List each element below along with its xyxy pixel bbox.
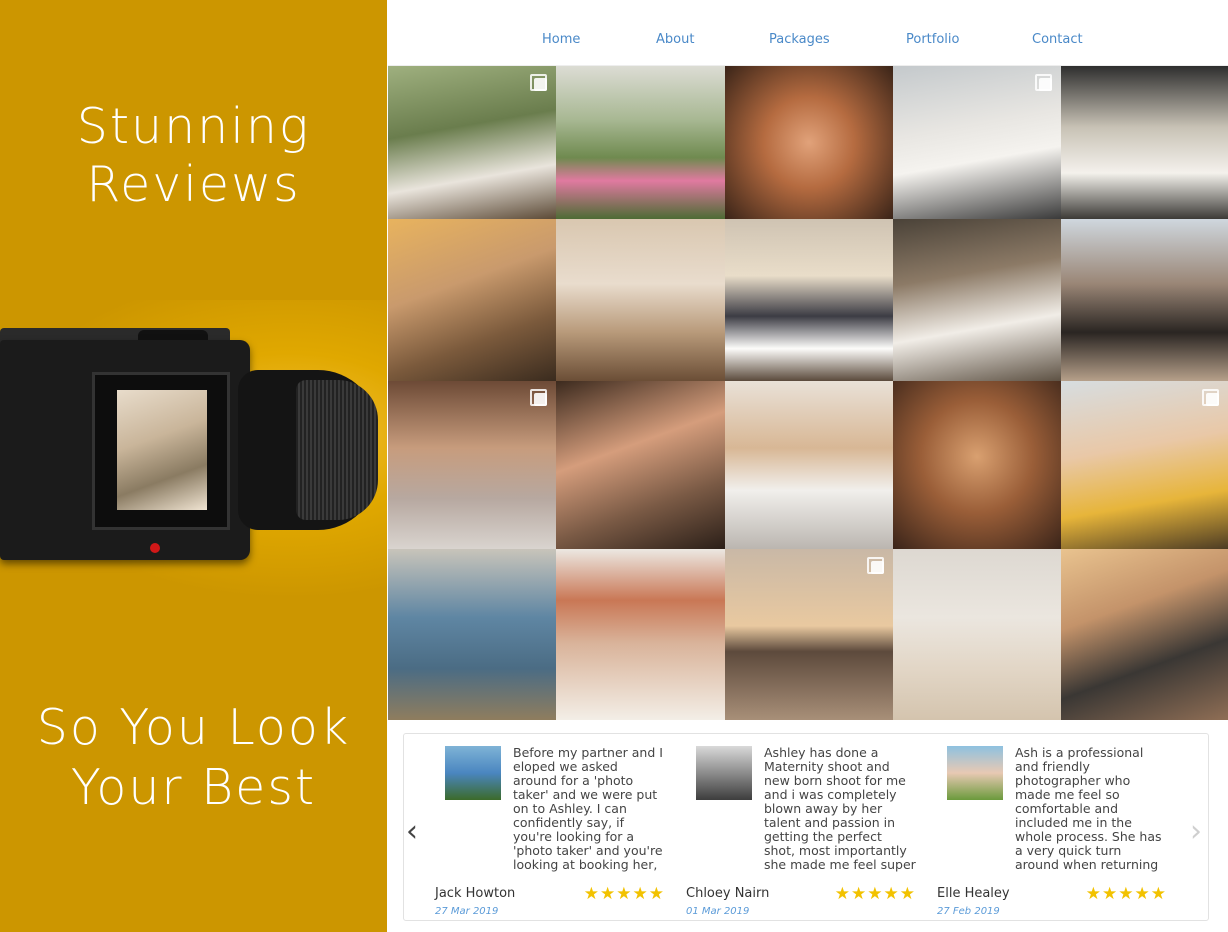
carousel-prev-arrow-icon[interactable]: ‹: [406, 814, 418, 849]
left-promo-panel: Stunning Reviews So You Look Your Best: [0, 0, 387, 932]
camera-lens-ring: [296, 380, 378, 520]
gallery-photo[interactable]: [388, 549, 556, 720]
gallery-photo[interactable]: [725, 219, 893, 381]
review-text: Ash is a professional and friendly photo…: [1015, 746, 1162, 872]
headline-top: Stunning Reviews: [0, 98, 387, 214]
camera-red-button: [150, 543, 160, 553]
multiple-photos-icon: [867, 557, 885, 575]
reviews-carousel: ‹ Before my partner and I eloped we aske…: [403, 733, 1209, 921]
gallery-photo[interactable]: [556, 381, 725, 549]
camera-screen-photo: [117, 390, 207, 510]
headline-bottom-line-1: So You Look: [36, 699, 351, 756]
headline-bottom-line-2: Your Best: [70, 759, 317, 816]
review-date: 27 Mar 2019: [435, 906, 499, 917]
nav-portfolio[interactable]: Portfolio: [906, 32, 959, 47]
star-rating-icon: ★★★★★: [834, 884, 916, 903]
multiple-photos-icon: [1035, 74, 1053, 92]
nav-about[interactable]: About: [656, 32, 694, 47]
gallery-photo[interactable]: [388, 66, 556, 219]
nav-home[interactable]: Home: [542, 32, 580, 47]
gallery-photo[interactable]: [893, 381, 1061, 549]
gallery-photo[interactable]: [893, 219, 1061, 381]
review-card: Ash is a professional and friendly photo…: [937, 746, 1167, 917]
gallery-photo[interactable]: [725, 66, 893, 219]
review-date: 01 Mar 2019: [686, 906, 750, 917]
review-card: Ashley has done a Maternity shoot and ne…: [686, 746, 916, 917]
camera-image: [0, 300, 387, 600]
gallery-photo[interactable]: [893, 66, 1061, 219]
carousel-next-arrow-icon[interactable]: ›: [1190, 814, 1202, 849]
multiple-photos-icon: [530, 74, 548, 92]
photo-gallery-grid: [388, 66, 1228, 720]
reviewer-avatar: [445, 746, 501, 800]
gallery-photo[interactable]: [1061, 549, 1228, 720]
gallery-photo[interactable]: [388, 219, 556, 381]
top-nav: Home About Packages Portfolio Contact: [388, 0, 1228, 66]
multiple-photos-icon: [1202, 389, 1220, 407]
gallery-photo[interactable]: [725, 381, 893, 549]
nav-contact[interactable]: Contact: [1032, 32, 1083, 47]
gallery-photo[interactable]: [556, 66, 725, 219]
nav-packages[interactable]: Packages: [769, 32, 830, 47]
reviewer-avatar: [947, 746, 1003, 800]
headline-bottom: So You Look Your Best: [0, 698, 387, 818]
review-date: 27 Feb 2019: [937, 906, 1000, 917]
star-rating-icon: ★★★★★: [1085, 884, 1167, 903]
gallery-photo[interactable]: [1061, 219, 1228, 381]
star-rating-icon: ★★★★★: [583, 884, 665, 903]
reviewer-avatar: [696, 746, 752, 800]
gallery-photo[interactable]: [893, 549, 1061, 720]
gallery-photo[interactable]: [1061, 66, 1228, 219]
review-card: Before my partner and I eloped we asked …: [435, 746, 665, 917]
reviewer-name: Elle Healey: [937, 886, 1010, 901]
reviewer-name: Chloey Nairn: [686, 886, 770, 901]
gallery-photo[interactable]: [1061, 381, 1228, 549]
reviewer-name: Jack Howton: [435, 886, 516, 901]
headline-top-line-1: Stunning: [76, 98, 311, 155]
multiple-photos-icon: [530, 389, 548, 407]
gallery-photo[interactable]: [556, 219, 725, 381]
review-text: Before my partner and I eloped we asked …: [513, 746, 663, 872]
gallery-photo[interactable]: [556, 549, 725, 720]
gallery-photo[interactable]: [725, 549, 893, 720]
gallery-photo[interactable]: [388, 381, 556, 549]
review-text: Ashley has done a Maternity shoot and ne…: [764, 746, 916, 872]
headline-top-line-2: Reviews: [86, 156, 301, 213]
